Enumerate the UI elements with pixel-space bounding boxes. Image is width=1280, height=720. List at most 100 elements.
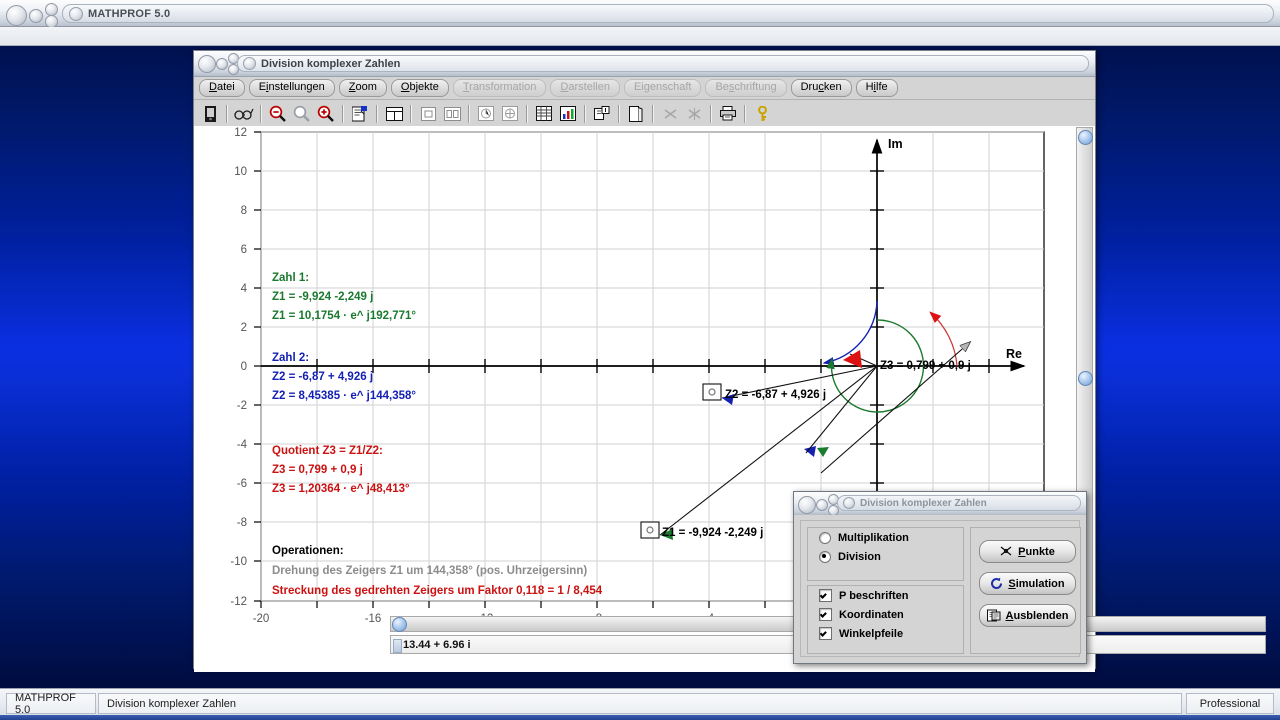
copy-pages-icon[interactable] xyxy=(590,103,614,125)
radio-multiplikation[interactable]: Multiplikation xyxy=(808,528,963,547)
operationen-line2: Streckung des gedrehten Zeigers um Fakto… xyxy=(272,585,603,597)
pages-icon[interactable] xyxy=(624,103,648,125)
checkbox-koordinaten[interactable]: Koordinaten xyxy=(808,605,963,624)
close-icon[interactable] xyxy=(198,55,216,73)
checkbox-p-beschriften[interactable]: P beschriften xyxy=(808,586,963,605)
cut-x-icon[interactable] xyxy=(658,103,682,125)
taskbar-accent-bar xyxy=(0,715,1280,720)
left-frame-ticks xyxy=(254,131,261,602)
properties-icon[interactable] xyxy=(348,103,372,125)
cut-x-all-icon[interactable] xyxy=(682,103,706,125)
document-title: Division komplexer Zahlen xyxy=(261,57,401,70)
menu-einstellungen[interactable]: Einstellungen xyxy=(248,79,335,97)
checkbox-winkelpfeile[interactable]: Winkelpfeile xyxy=(808,624,963,643)
ausblenden-button[interactable]: Ausblenden xyxy=(979,604,1076,627)
menubar[interactable]: Datei Einstellungen Zoom Objekte Transfo… xyxy=(194,77,1095,100)
menu-datei[interactable]: Datei xyxy=(199,79,245,97)
vertical-scroll-thumb-top[interactable] xyxy=(1078,130,1093,145)
glasses-icon[interactable] xyxy=(232,103,256,125)
table-icon[interactable] xyxy=(532,103,556,125)
window-split-icon[interactable] xyxy=(382,103,406,125)
minimize-icon[interactable] xyxy=(29,9,43,23)
zoom-out-icon[interactable] xyxy=(266,103,290,125)
vertical-scroll-thumb[interactable] xyxy=(1078,371,1093,386)
checkbox-winkelpfeile-label: Winkelpfeile xyxy=(839,627,904,640)
two-pane-icon[interactable] xyxy=(440,103,464,125)
operationen-line1: Drehung des Zeigers Z1 um 144,358° (pos.… xyxy=(272,565,587,577)
toolbar[interactable] xyxy=(194,100,1095,128)
action-buttons-group: Punkte Simulation Ausblenden xyxy=(970,527,1081,654)
radio-division[interactable]: Division xyxy=(808,547,963,566)
toolbar-separator xyxy=(226,104,228,123)
checkbox-koordinaten-label: Koordinaten xyxy=(839,608,904,621)
zoom-in-icon[interactable] xyxy=(314,103,338,125)
y-tick-label: -8 xyxy=(237,517,247,529)
taskbar-edition-cell: Professional xyxy=(1186,693,1274,714)
dialog-inner-frame: Multiplikation Division P beschriften Ko… xyxy=(800,520,1081,657)
minimize-icon[interactable] xyxy=(816,499,828,511)
menu-zoom[interactable]: Zoom xyxy=(338,79,387,97)
zahl1-polar: Z1 = 10,1754 · e^ j192,771° xyxy=(272,310,416,322)
points-cross-icon xyxy=(1000,546,1012,556)
target-circle-icon[interactable] xyxy=(498,103,522,125)
toolbar-separator xyxy=(410,104,412,123)
zoom-reset-icon[interactable] xyxy=(290,103,314,125)
single-pane-icon[interactable] xyxy=(416,103,440,125)
y-tick-label: -12 xyxy=(230,596,247,608)
simulation-button-label: Simulation xyxy=(1008,577,1065,590)
chart-bars-icon[interactable] xyxy=(556,103,580,125)
ausblenden-button-label: Ausblenden xyxy=(1005,609,1069,622)
document-window-controls[interactable] xyxy=(198,53,239,75)
minimize-icon[interactable] xyxy=(216,58,228,70)
punkte-button-label: Punkte xyxy=(1018,545,1055,558)
horizontal-scroll-thumb-left[interactable] xyxy=(392,617,407,632)
dialog-window-controls[interactable] xyxy=(798,494,839,516)
zahl1-cartesian: Z1 = -9,924 -2,249 j xyxy=(272,291,373,303)
quotient-cartesian: Z3 = 0,799 + 0,9 j xyxy=(272,464,363,476)
y-tick-label: 8 xyxy=(241,205,247,217)
radio-button-selected-icon[interactable] xyxy=(819,550,831,563)
menu-beschriftung: Beschriftung xyxy=(705,79,787,97)
info-circle-icon[interactable] xyxy=(474,103,498,125)
app-title: MATHPROF 5.0 xyxy=(88,7,171,20)
toolbar-separator xyxy=(260,104,262,123)
statusbar-grip xyxy=(393,639,402,653)
taskbar-document-cell[interactable]: Division komplexer Zahlen xyxy=(98,693,1182,714)
document-window-titlebar[interactable]: Division komplexer Zahlen xyxy=(194,51,1095,77)
toolbar-separator xyxy=(376,104,378,123)
radio-button-icon[interactable] xyxy=(819,531,831,544)
y-tick-label: 0 xyxy=(241,361,247,373)
zahl2-cartesian: Z2 = -6,87 + 4,926 j xyxy=(272,371,373,383)
x-tick-label: -16 xyxy=(365,613,382,625)
menu-hilfe[interactable]: Hilfe xyxy=(855,79,898,97)
taskbar: MATHPROF 5.0 Division komplexer Zahlen P… xyxy=(0,688,1280,720)
checkbox-checked-icon[interactable] xyxy=(819,589,832,602)
dialog-titlebar[interactable]: Division komplexer Zahlen xyxy=(794,492,1086,516)
zahl1-heading: Zahl 1: xyxy=(272,272,309,284)
menu-eigenschaft: Eigenschaft xyxy=(623,79,702,97)
toolbar-separator xyxy=(468,104,470,123)
taskbar-document-label: Division komplexer Zahlen xyxy=(107,697,236,710)
y-tick-label: 10 xyxy=(234,166,247,178)
coordinate-readout: 13.44 + 6.96 i xyxy=(403,638,471,651)
print-icon[interactable] xyxy=(716,103,740,125)
taskbar-app-cell[interactable]: MATHPROF 5.0 xyxy=(6,692,96,716)
menu-drucken[interactable]: Drucken xyxy=(790,79,852,97)
point-label-z3-text: Z3 = 0,799 + 0,9 j xyxy=(880,360,971,372)
help-key-icon[interactable] xyxy=(750,103,774,125)
close-icon[interactable] xyxy=(798,496,816,514)
x-tick-label: -20 xyxy=(253,613,270,625)
menu-objekte[interactable]: Objekte xyxy=(390,79,449,97)
simulation-button[interactable]: Simulation xyxy=(979,572,1076,595)
y-tick-label: -2 xyxy=(237,400,247,412)
app-window-controls[interactable] xyxy=(6,3,62,28)
operationen-heading: Operationen: xyxy=(272,545,344,557)
point-handle-z2 xyxy=(702,383,722,401)
close-icon[interactable] xyxy=(6,5,27,26)
dialog-body: Multiplikation Division P beschriften Ko… xyxy=(794,515,1086,663)
punkte-button[interactable]: Punkte xyxy=(979,540,1076,563)
checkbox-checked-icon[interactable] xyxy=(819,608,832,621)
document-icon[interactable] xyxy=(198,103,222,125)
checkbox-checked-icon[interactable] xyxy=(819,627,832,640)
checkbox-p-beschriften-label: P beschriften xyxy=(839,589,909,602)
